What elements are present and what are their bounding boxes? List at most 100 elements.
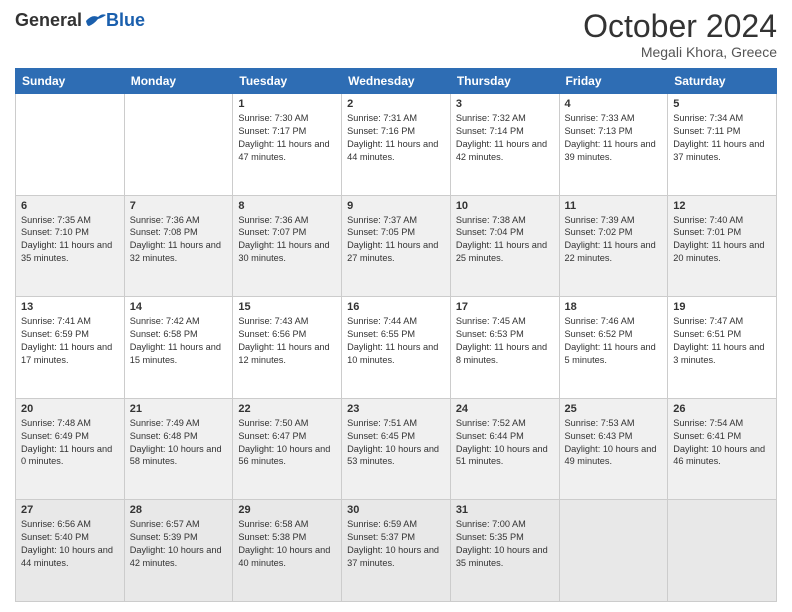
cell-info: Sunrise: 7:36 AMSunset: 7:08 PMDaylight:… [130, 214, 228, 266]
day-number: 6 [21, 200, 119, 212]
title-section: October 2024 Megali Khora, Greece [583, 10, 777, 60]
day-number: 7 [130, 200, 228, 212]
day-number: 5 [673, 98, 771, 110]
location: Megali Khora, Greece [583, 44, 777, 60]
col-wednesday: Wednesday [342, 69, 451, 94]
logo-blue-text: Blue [106, 10, 145, 31]
day-number: 10 [456, 200, 554, 212]
cell-info: Sunrise: 7:49 AMSunset: 6:48 PMDaylight:… [130, 417, 228, 469]
table-row [559, 500, 668, 602]
day-number: 1 [238, 98, 336, 110]
table-row: 24Sunrise: 7:52 AMSunset: 6:44 PMDayligh… [450, 398, 559, 500]
day-number: 16 [347, 301, 445, 313]
table-row: 30 Sunrise: 6:59 AMSunset: 5:37 PMDayligh… [342, 500, 451, 602]
table-row: 29 Sunrise: 6:58 AMSunset: 5:38 PMDayligh… [233, 500, 342, 602]
day-number: 11 [565, 200, 663, 212]
table-row: 22 Sunrise: 7:50 AMSunset: 6:47 PMDayligh… [233, 398, 342, 500]
day-number: 30 [347, 504, 445, 516]
table-row: 26Sunrise: 7:54 AMSunset: 6:41 PMDayligh… [668, 398, 777, 500]
day-number: 8 [238, 200, 336, 212]
day-number: 12 [673, 200, 771, 212]
cell-info: Sunrise: 7:41 AMSunset: 6:59 PMDaylight:… [21, 315, 119, 367]
logo: General Blue [15, 10, 145, 31]
cell-info: Sunrise: 7:48 AMSunset: 6:49 PMDaylight:… [21, 417, 119, 469]
day-number: 4 [565, 98, 663, 110]
col-friday: Friday [559, 69, 668, 94]
day-number: 15 [238, 301, 336, 313]
cell-info: Sunrise: 7:40 AMSunset: 7:01 PMDaylight:… [673, 214, 771, 266]
table-row: 13 Sunrise: 7:41 AMSunset: 6:59 PMDayligh… [16, 297, 125, 399]
cell-info: Sunrise: 7:52 AMSunset: 6:44 PMDaylight:… [456, 417, 554, 469]
day-number: 19 [673, 301, 771, 313]
table-row: 9Sunrise: 7:37 AMSunset: 7:05 PMDaylight… [342, 195, 451, 297]
table-row: 3 Sunrise: 7:32 AMSunset: 7:14 PMDaylight… [450, 94, 559, 196]
cell-info: Sunrise: 7:34 AMSunset: 7:11 PMDaylight:… [673, 112, 771, 164]
calendar-week-row: 6 Sunrise: 7:35 AMSunset: 7:10 PMDaylight… [16, 195, 777, 297]
day-number: 14 [130, 301, 228, 313]
cell-info: Sunrise: 7:54 AMSunset: 6:41 PMDaylight:… [673, 417, 771, 469]
cell-info: Sunrise: 7:38 AMSunset: 7:04 PMDaylight:… [456, 214, 554, 266]
day-number: 2 [347, 98, 445, 110]
day-number: 29 [238, 504, 336, 516]
cell-info: Sunrise: 7:50 AMSunset: 6:47 PMDaylight:… [238, 417, 336, 469]
table-row: 7 Sunrise: 7:36 AMSunset: 7:08 PMDaylight… [124, 195, 233, 297]
calendar-week-row: 13 Sunrise: 7:41 AMSunset: 6:59 PMDayligh… [16, 297, 777, 399]
cell-info: Sunrise: 6:58 AMSunset: 5:38 PMDaylight:… [238, 518, 336, 570]
table-row: 16 Sunrise: 7:44 AMSunset: 6:55 PMDayligh… [342, 297, 451, 399]
page: General Blue October 2024 Megali Khora, … [0, 0, 792, 612]
table-row: 31Sunrise: 7:00 AMSunset: 5:35 PMDayligh… [450, 500, 559, 602]
cell-info: Sunrise: 7:45 AMSunset: 6:53 PMDaylight:… [456, 315, 554, 367]
cell-info: Sunrise: 7:32 AMSunset: 7:14 PMDaylight:… [456, 112, 554, 164]
cell-info: Sunrise: 7:53 AMSunset: 6:43 PMDaylight:… [565, 417, 663, 469]
day-number: 22 [238, 403, 336, 415]
table-row: 6 Sunrise: 7:35 AMSunset: 7:10 PMDaylight… [16, 195, 125, 297]
table-row: 23Sunrise: 7:51 AMSunset: 6:45 PMDayligh… [342, 398, 451, 500]
day-number: 18 [565, 301, 663, 313]
table-row: 27 Sunrise: 6:56 AMSunset: 5:40 PMDayligh… [16, 500, 125, 602]
cell-info: Sunrise: 7:46 AMSunset: 6:52 PMDaylight:… [565, 315, 663, 367]
logo-bird-icon [84, 12, 106, 30]
cell-info: Sunrise: 7:42 AMSunset: 6:58 PMDaylight:… [130, 315, 228, 367]
day-number: 27 [21, 504, 119, 516]
table-row: 28Sunrise: 6:57 AMSunset: 5:39 PMDayligh… [124, 500, 233, 602]
cell-info: Sunrise: 7:47 AMSunset: 6:51 PMDaylight:… [673, 315, 771, 367]
day-number: 20 [21, 403, 119, 415]
table-row: 19 Sunrise: 7:47 AMSunset: 6:51 PMDayligh… [668, 297, 777, 399]
cell-info: Sunrise: 7:36 AMSunset: 7:07 PMDaylight:… [238, 214, 336, 266]
cell-info: Sunrise: 7:31 AMSunset: 7:16 PMDaylight:… [347, 112, 445, 164]
calendar-week-row: 1Sunrise: 7:30 AMSunset: 7:17 PMDaylight… [16, 94, 777, 196]
day-number: 13 [21, 301, 119, 313]
calendar-table: Sunday Monday Tuesday Wednesday Thursday… [15, 68, 777, 602]
cell-info: Sunrise: 6:56 AMSunset: 5:40 PMDaylight:… [21, 518, 119, 570]
calendar-week-row: 20 Sunrise: 7:48 AMSunset: 6:49 PMDayligh… [16, 398, 777, 500]
table-row: 8 Sunrise: 7:36 AMSunset: 7:07 PMDaylight… [233, 195, 342, 297]
table-row [668, 500, 777, 602]
table-row: 12 Sunrise: 7:40 AMSunset: 7:01 PMDayligh… [668, 195, 777, 297]
header: General Blue October 2024 Megali Khora, … [15, 10, 777, 60]
day-number: 25 [565, 403, 663, 415]
day-number: 31 [456, 504, 554, 516]
day-number: 21 [130, 403, 228, 415]
table-row: 20 Sunrise: 7:48 AMSunset: 6:49 PMDayligh… [16, 398, 125, 500]
logo-general-text: General [15, 10, 82, 31]
cell-info: Sunrise: 7:43 AMSunset: 6:56 PMDaylight:… [238, 315, 336, 367]
table-row: 2 Sunrise: 7:31 AMSunset: 7:16 PMDaylight… [342, 94, 451, 196]
cell-info: Sunrise: 6:57 AMSunset: 5:39 PMDaylight:… [130, 518, 228, 570]
table-row: 15 Sunrise: 7:43 AMSunset: 6:56 PMDayligh… [233, 297, 342, 399]
table-row: 11Sunrise: 7:39 AMSunset: 7:02 PMDayligh… [559, 195, 668, 297]
cell-info: Sunrise: 7:44 AMSunset: 6:55 PMDaylight:… [347, 315, 445, 367]
col-sunday: Sunday [16, 69, 125, 94]
col-monday: Monday [124, 69, 233, 94]
table-row: 25 Sunrise: 7:53 AMSunset: 6:43 PMDayligh… [559, 398, 668, 500]
cell-info: Sunrise: 7:33 AMSunset: 7:13 PMDaylight:… [565, 112, 663, 164]
table-row: 1Sunrise: 7:30 AMSunset: 7:17 PMDaylight… [233, 94, 342, 196]
table-row [16, 94, 125, 196]
table-row: 18 Sunrise: 7:46 AMSunset: 6:52 PMDayligh… [559, 297, 668, 399]
table-row: 14 Sunrise: 7:42 AMSunset: 6:58 PMDayligh… [124, 297, 233, 399]
day-number: 17 [456, 301, 554, 313]
cell-info: Sunrise: 6:59 AMSunset: 5:37 PMDaylight:… [347, 518, 445, 570]
table-row [124, 94, 233, 196]
month-title: October 2024 [583, 10, 777, 42]
day-number: 3 [456, 98, 554, 110]
cell-info: Sunrise: 7:35 AMSunset: 7:10 PMDaylight:… [21, 214, 119, 266]
